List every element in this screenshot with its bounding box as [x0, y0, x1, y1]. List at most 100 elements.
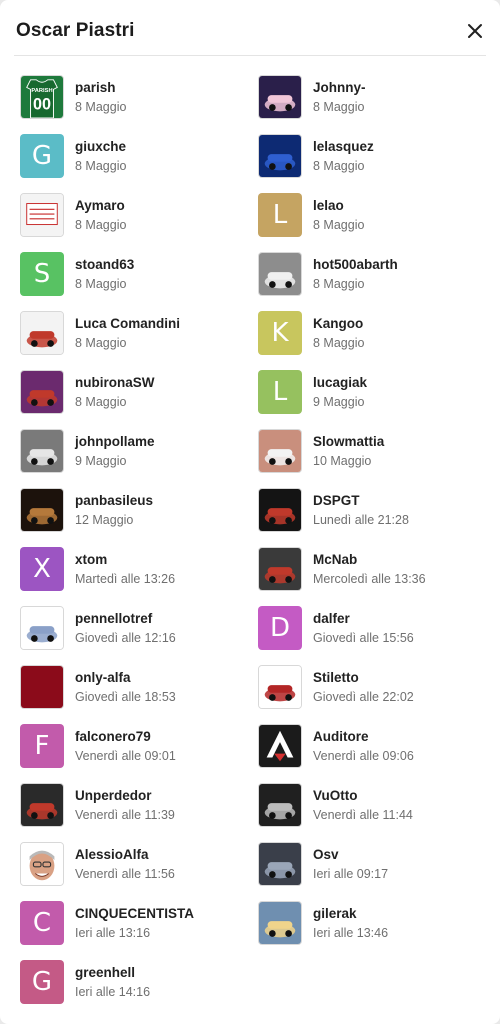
user-avatar[interactable]: K [258, 311, 302, 355]
user-list-item[interactable]: Unperdedor Venerdì alle 11:39 [20, 783, 250, 842]
user-avatar[interactable]: G [20, 134, 64, 178]
user-name-link[interactable]: lelao [313, 198, 344, 213]
user-list-item[interactable]: Slowmattia 10 Maggio [258, 429, 488, 488]
user-avatar[interactable] [20, 606, 64, 650]
user-list-item[interactable]: Ddalfer Giovedì alle 15:56 [258, 606, 488, 665]
user-avatar[interactable]: L [258, 370, 302, 414]
user-name-link[interactable]: gilerak [313, 906, 357, 921]
user-avatar[interactable] [20, 370, 64, 414]
user-avatar[interactable] [20, 311, 64, 355]
user-list-item[interactable]: lelasquez 8 Maggio [258, 134, 488, 193]
user-name-link[interactable]: lucagiak [313, 375, 367, 390]
user-avatar[interactable] [258, 901, 302, 945]
user-avatar[interactable] [20, 429, 64, 473]
user-list-item[interactable]: Ffalconero79 Venerdì alle 09:01 [20, 724, 250, 783]
user-name-link[interactable]: dalfer [313, 611, 350, 626]
user-list-item[interactable]: only-alfa Giovedì alle 18:53 [20, 665, 250, 724]
user-list-item[interactable]: hot500abarth 8 Maggio [258, 252, 488, 311]
user-name-link[interactable]: pennellotref [75, 611, 152, 626]
user-avatar[interactable] [258, 783, 302, 827]
user-avatar[interactable] [258, 724, 302, 768]
user-list-item[interactable]: DSPGT Lunedì alle 21:28 [258, 488, 488, 547]
user-name-link[interactable]: xtom [75, 552, 107, 567]
user-list-item[interactable]: Ggreenhell Ieri alle 14:16 [20, 960, 250, 1019]
user-list-item[interactable]: Aymaro 8 Maggio [20, 193, 250, 252]
user-name-link[interactable]: CINQUECENTISTA [75, 906, 194, 921]
user-list-item[interactable]: nubironaSW 8 Maggio [20, 370, 250, 429]
user-avatar[interactable] [258, 842, 302, 886]
user-name-link[interactable]: DSPGT [313, 493, 360, 508]
reaction-date: 8 Maggio [75, 336, 127, 350]
user-list-item[interactable]: panbasileus 12 Maggio [20, 488, 250, 547]
user-list-item[interactable]: VuOtto Venerdì alle 11:44 [258, 783, 488, 842]
user-list-item[interactable]: Auditore Venerdì alle 09:06 [258, 724, 488, 783]
user-name-link[interactable]: McNab [313, 552, 357, 567]
user-name-link[interactable]: panbasileus [75, 493, 153, 508]
user-avatar[interactable] [20, 488, 64, 532]
user-list-item[interactable]: pennellotref Giovedì alle 12:16 [20, 606, 250, 665]
user-list-item[interactable]: Luca Comandini 8 Maggio [20, 311, 250, 370]
user-avatar[interactable]: PARISH 00 [20, 75, 64, 119]
user-name-link[interactable]: Osv [313, 847, 339, 862]
close-button[interactable] [464, 20, 486, 42]
user-name-link[interactable]: VuOtto [313, 788, 358, 803]
user-name-link[interactable]: nubironaSW [75, 375, 155, 390]
user-list-item[interactable]: K Kangoo 8 Maggio [258, 311, 488, 370]
user-avatar[interactable] [20, 783, 64, 827]
user-name-link[interactable]: only-alfa [75, 670, 131, 685]
user-avatar[interactable] [258, 75, 302, 119]
user-avatar[interactable] [258, 429, 302, 473]
user-name-link[interactable]: stoand63 [75, 257, 134, 272]
user-avatar[interactable]: F [20, 724, 64, 768]
user-name-link[interactable]: Luca Comandini [75, 316, 180, 331]
user-list-item[interactable]: Stiletto Giovedì alle 22:02 [258, 665, 488, 724]
user-list-item[interactable]: gilerak Ieri alle 13:46 [258, 901, 488, 960]
user-list-item[interactable]: McNab Mercoledì alle 13:36 [258, 547, 488, 606]
user-name-link[interactable]: hot500abarth [313, 257, 398, 272]
reaction-date: 8 Maggio [75, 277, 127, 291]
user-list-item[interactable]: johnpollame 9 Maggio [20, 429, 250, 488]
user-avatar[interactable]: D [258, 606, 302, 650]
user-name-link[interactable]: Stiletto [313, 670, 359, 685]
user-name-link[interactable]: Kangoo [313, 316, 363, 331]
reaction-date: 8 Maggio [313, 336, 365, 350]
user-name-link[interactable]: AlessioAlfa [75, 847, 149, 862]
user-name-link[interactable]: lelasquez [313, 139, 374, 154]
user-list-item[interactable]: Xxtom Martedì alle 13:26 [20, 547, 250, 606]
user-avatar[interactable]: S [20, 252, 64, 296]
user-avatar[interactable] [20, 193, 64, 237]
user-list-item[interactable]: Llucagiak 9 Maggio [258, 370, 488, 429]
user-name-link[interactable]: greenhell [75, 965, 135, 980]
user-list-item[interactable]: Ggiuxche 8 Maggio [20, 134, 250, 193]
user-avatar[interactable] [258, 547, 302, 591]
user-avatar[interactable]: G [20, 960, 64, 1004]
user-avatar[interactable] [258, 488, 302, 532]
user-avatar[interactable]: X [20, 547, 64, 591]
user-column-right: Johnny- 8 Maggio lelasquez 8 Maggio Llelao 8… [258, 75, 488, 960]
user-list-item[interactable]: AlessioAlfa Venerdì alle 11:56 [20, 842, 250, 901]
user-avatar[interactable] [20, 842, 64, 886]
user-name-link[interactable]: Johnny- [313, 80, 366, 95]
user-avatar[interactable] [258, 252, 302, 296]
user-name-link[interactable]: Unperdedor [75, 788, 152, 803]
user-list-item[interactable]: Johnny- 8 Maggio [258, 75, 488, 134]
user-name-link[interactable]: falconero79 [75, 729, 151, 744]
user-avatar[interactable] [258, 134, 302, 178]
user-list-item[interactable]: C CINQUECENTISTA Ieri alle 13:16 [20, 901, 250, 960]
user-avatar[interactable]: C [20, 901, 64, 945]
user-name-link[interactable]: Auditore [313, 729, 369, 744]
user-column-left: PARISH 00 parish 8 Maggio Ggiuxche 8 Maggio… [20, 75, 250, 1019]
user-name-link[interactable]: giuxche [75, 139, 126, 154]
user-avatar[interactable]: L [258, 193, 302, 237]
svg-text:00: 00 [33, 95, 51, 113]
user-name-link[interactable]: parish [75, 80, 116, 95]
user-name-link[interactable]: Slowmattia [313, 434, 384, 449]
user-avatar[interactable] [20, 665, 64, 709]
user-list-item[interactable]: Llelao 8 Maggio [258, 193, 488, 252]
user-list-item[interactable]: Sstoand63 8 Maggio [20, 252, 250, 311]
user-avatar[interactable] [258, 665, 302, 709]
user-list-item[interactable]: Osv Ieri alle 09:17 [258, 842, 488, 901]
user-name-link[interactable]: johnpollame [75, 434, 155, 449]
user-name-link[interactable]: Aymaro [75, 198, 125, 213]
user-list-item[interactable]: PARISH 00 parish 8 Maggio [20, 75, 250, 134]
